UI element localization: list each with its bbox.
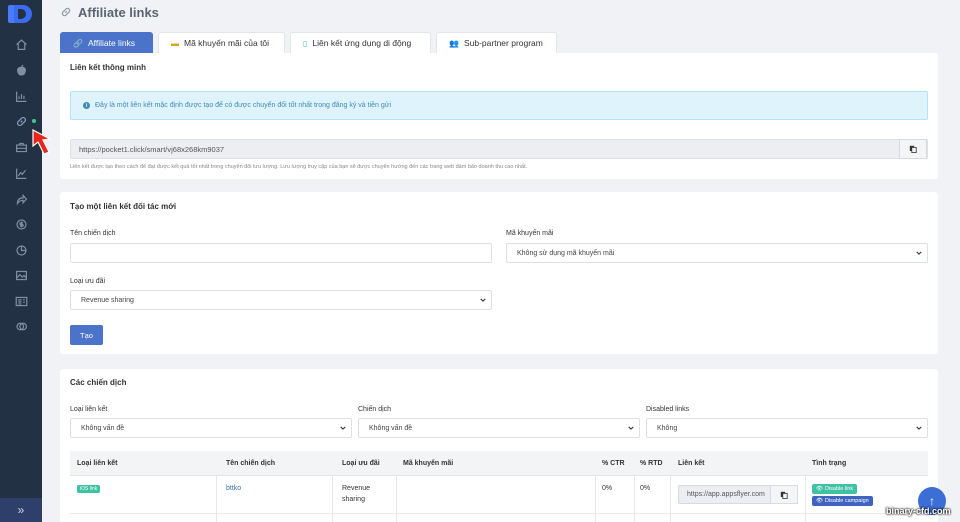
nav-trend[interactable] xyxy=(0,161,42,185)
copy-smart-link-button[interactable] xyxy=(899,139,927,159)
create-link-button[interactable]: Tạo xyxy=(70,325,103,345)
rtd-cell: 0% xyxy=(640,485,651,492)
smart-link-field[interactable]: https://pocket1.click/smart/vj68x268km90… xyxy=(70,139,928,159)
home-icon xyxy=(15,38,27,50)
tab-sub-partner-program[interactable]: 👥 Sub-partner program xyxy=(436,32,557,53)
pointer-arrow-icon xyxy=(32,129,52,155)
ticket-icon: ▬ xyxy=(171,38,179,48)
ctr-cell: 0% xyxy=(602,485,613,492)
trend-icon xyxy=(15,168,26,179)
smart-link-card: Liên kết thông minh i Đây là một liên kế… xyxy=(60,53,938,179)
filter-campaign-label: Chiến dịch xyxy=(358,406,392,413)
pie-chart-icon xyxy=(15,244,27,256)
create-link-title: Tạo một liên kết đối tác mới xyxy=(70,202,177,211)
column-header[interactable]: Loại ưu đãi xyxy=(342,451,380,476)
nav-apple[interactable] xyxy=(0,58,42,82)
image-icon xyxy=(15,270,27,280)
offer-type-label: Loại ưu đãi xyxy=(70,278,106,285)
nav-profile[interactable] xyxy=(0,289,42,313)
eye-icon: 👁 xyxy=(816,486,823,492)
nav-share[interactable] xyxy=(0,187,42,211)
alert-text: Đây là một liên kết mặc định được tạo để… xyxy=(95,102,392,109)
share-icon xyxy=(16,193,27,206)
smart-link-hint: Liên kết được tạo theo cách để đạt được … xyxy=(70,164,528,170)
eye-icon: 👁 xyxy=(816,498,823,504)
link-icon xyxy=(61,7,71,17)
column-header[interactable]: Mã khuyến mãi xyxy=(403,451,453,476)
nav-promo-materials[interactable] xyxy=(0,263,42,287)
column-header[interactable]: Tình trạng xyxy=(812,451,846,476)
active-indicator xyxy=(32,119,36,123)
promo-code-label: Mã khuyến mãi xyxy=(506,230,554,237)
nav-dashboard[interactable] xyxy=(0,32,42,56)
tab-affiliate-links[interactable]: 🔗 Affiliate links xyxy=(60,32,153,53)
bar-chart-icon xyxy=(15,91,26,102)
link-icon: 🔗 xyxy=(73,38,83,48)
smart-link-alert: i Đây là một liên kết mặc định được tạo … xyxy=(70,91,928,120)
gift-icon xyxy=(15,322,27,330)
column-header[interactable]: Liên kết xyxy=(678,451,704,476)
chevron-down-icon xyxy=(916,425,922,431)
promo-code-select[interactable]: Không sử dụng mã khuyến mãi xyxy=(506,243,928,263)
collapse-sidebar-button[interactable]: » xyxy=(0,498,42,522)
page-title-text: Affiliate links xyxy=(78,4,159,20)
disable-campaign-button[interactable]: 👁 Disable campaign xyxy=(812,496,873,506)
campaign-name-input[interactable] xyxy=(70,243,492,263)
campaign-name-label: Tên chiến dịch xyxy=(70,230,116,237)
tab-my-promo-codes[interactable]: ▬ Mã khuyến mãi của tôi xyxy=(158,32,285,53)
offer-type-line2: sharing xyxy=(342,496,365,503)
offer-type-line1: Revenue xyxy=(342,485,371,492)
chevron-down-icon xyxy=(916,250,922,256)
double-chevron-right-icon: » xyxy=(17,503,25,517)
filter-disabled-links-select[interactable]: Không xyxy=(646,418,928,438)
chevron-down-icon xyxy=(340,425,346,431)
campaigns-title: Các chiến dịch xyxy=(70,378,127,387)
column-header[interactable]: Loại liên kết xyxy=(77,451,117,476)
copy-icon xyxy=(780,491,788,499)
column-header[interactable]: % CTR xyxy=(602,451,625,476)
id-card-icon xyxy=(15,296,27,306)
briefcase-icon xyxy=(15,142,27,152)
copy-icon xyxy=(909,145,917,153)
users-icon: 👥 xyxy=(449,38,459,48)
tab-bar: 🔗 Affiliate links ▬ Mã khuyến mãi của tô… xyxy=(60,32,557,53)
watermark: binary-cfd.com xyxy=(886,506,951,516)
filter-disabled-links-label: Disabled links xyxy=(646,406,690,413)
smart-link-title: Liên kết thông minh xyxy=(70,63,146,72)
apple-icon xyxy=(16,64,26,75)
column-header[interactable]: Tên chiến dịch xyxy=(226,451,275,476)
tab-mobile-app-links[interactable]: ▯ Liên kết ứng dụng di động xyxy=(290,32,431,53)
filter-campaign-select[interactable]: Không vấn đề xyxy=(358,418,640,438)
chevron-down-icon xyxy=(480,297,486,303)
column-header[interactable]: % RTD xyxy=(640,451,663,476)
logo[interactable] xyxy=(8,5,34,25)
page-title: Affiliate links xyxy=(60,3,159,21)
offer-type-select[interactable]: Revenue sharing xyxy=(70,290,492,310)
nav-bonuses[interactable] xyxy=(0,314,42,338)
link-icon xyxy=(16,116,26,126)
coin-icon xyxy=(15,218,27,230)
create-link-card: Tạo một liên kết đối tác mới Tên chiến d… xyxy=(60,192,938,354)
mobile-icon: ▯ xyxy=(303,38,308,48)
info-icon: i xyxy=(83,102,90,109)
table-row: iOS link bttko Revenue sharing 0% 0% htt… xyxy=(70,476,928,514)
campaign-name-link[interactable]: bttko xyxy=(226,485,241,492)
nav-statistics[interactable] xyxy=(0,84,42,108)
link-type-badge: iOS link xyxy=(77,485,101,493)
sidebar: » xyxy=(0,0,42,522)
disable-link-button[interactable]: 👁 Disable link xyxy=(812,484,858,494)
filter-link-type-select[interactable]: Không vấn đề xyxy=(70,418,352,438)
table-row xyxy=(70,514,928,522)
campaigns-card: Các chiến dịch Loại liên kết Không vấn đ… xyxy=(60,369,938,522)
nav-payments[interactable] xyxy=(0,212,42,236)
smart-link-url: https://pocket1.click/smart/vj68x268km90… xyxy=(79,144,225,154)
nav-analytics[interactable] xyxy=(0,238,42,262)
copy-campaign-link-button[interactable] xyxy=(770,485,798,504)
chevron-down-icon xyxy=(628,425,634,431)
filter-link-type-label: Loại liên kết xyxy=(70,406,108,413)
campaigns-table-header: Loại liên kết Tên chiến dịch Loại ưu đãi… xyxy=(70,451,928,476)
